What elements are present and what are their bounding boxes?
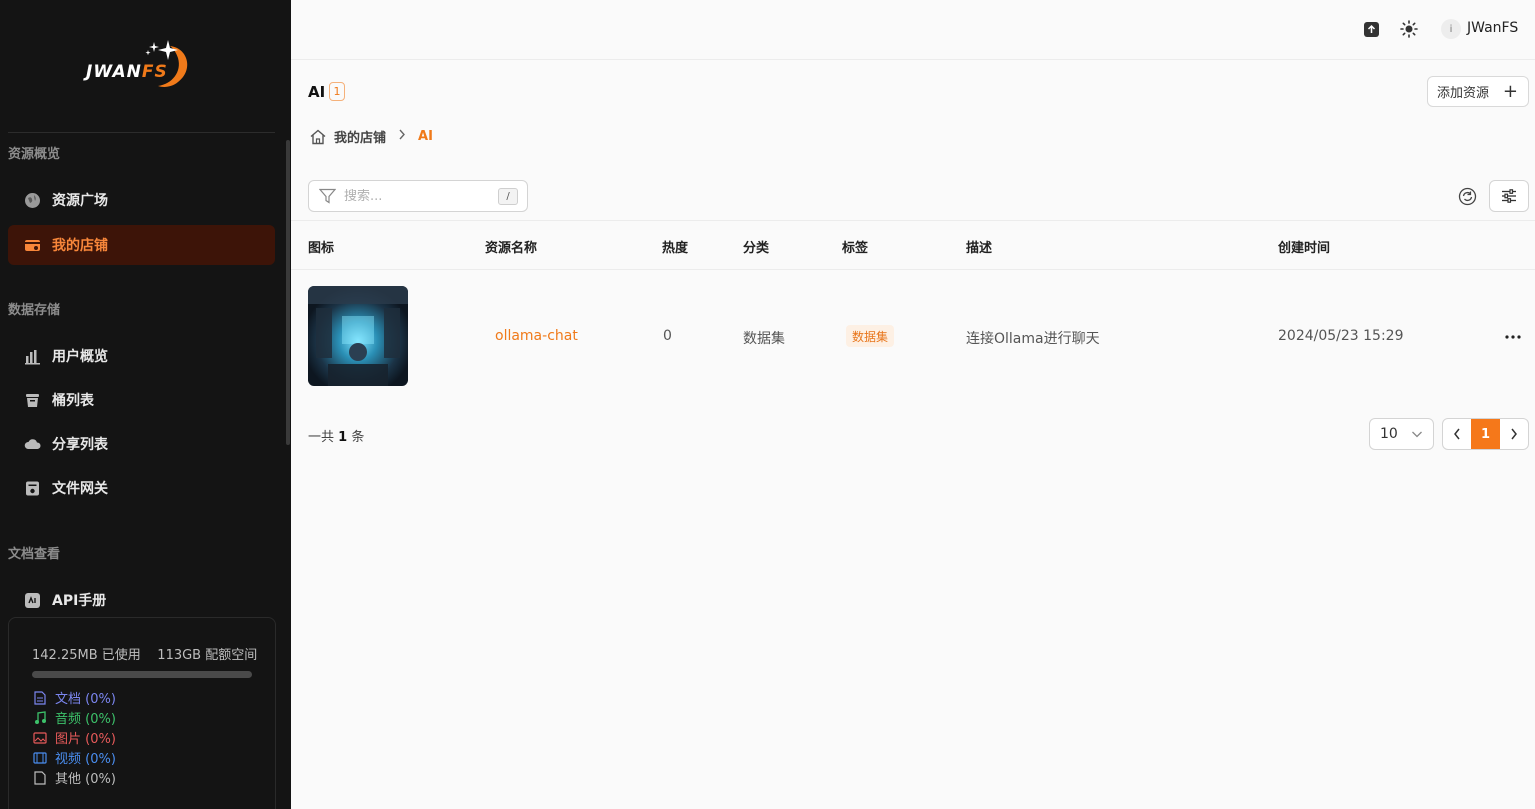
- breadcrumb-current: AI: [418, 129, 433, 144]
- storage-summary: 142.25MB 已使用 113GB 配额空间: [32, 648, 258, 663]
- filter-funnel-icon: [319, 188, 336, 204]
- sidebar-item-label: 文件网关: [52, 481, 108, 497]
- resource-name-link[interactable]: ollama-chat: [495, 328, 578, 344]
- sidebar-item-label: 我的店铺: [52, 238, 108, 254]
- document-icon: [33, 690, 47, 705]
- column-header-heat[interactable]: 热度: [662, 237, 688, 256]
- chevron-right-icon: [398, 129, 406, 144]
- sidebar-item-label: 桶列表: [52, 393, 94, 409]
- sidebar-item-label: 分享列表: [52, 437, 108, 453]
- sidebar-item-label: 用户概览: [52, 349, 108, 365]
- bucket-icon: [24, 392, 41, 409]
- sidebar-item-api-manual[interactable]: API手册: [8, 580, 275, 620]
- storage-type-other: 其他 (0%): [33, 768, 116, 787]
- globe-icon: [24, 192, 41, 209]
- page-size-value: 10: [1380, 426, 1398, 442]
- video-icon: [33, 751, 47, 765]
- search-shortcut-key: /: [498, 188, 518, 205]
- file-icon: [33, 770, 47, 785]
- sidebar-item-user-overview[interactable]: 用户概览: [8, 336, 275, 376]
- storage-type-images: 图片 (0%): [33, 728, 116, 747]
- resource-description: 连接Ollama进行聊天: [966, 331, 1100, 347]
- sidebar-item-share-list[interactable]: 分享列表: [8, 424, 275, 464]
- shop-icon: [24, 237, 41, 254]
- music-icon: [33, 710, 47, 725]
- column-header-description[interactable]: 描述: [966, 237, 992, 256]
- table-header: 图标 资源名称 热度 分类 标签 描述 创建时间: [291, 220, 1535, 270]
- storage-type-documents: 文档 (0%): [33, 688, 116, 707]
- page-title: AI: [308, 83, 326, 101]
- cloud-share-icon: [24, 436, 41, 453]
- resource-created-time: 2024/05/23 15:29: [1278, 328, 1404, 344]
- resource-tag: 数据集: [846, 325, 895, 347]
- storage-type-audio: 音频 (0%): [33, 708, 116, 727]
- column-header-category[interactable]: 分类: [743, 237, 769, 256]
- chevron-right-icon: [1511, 428, 1517, 440]
- storage-usage-panel: 142.25MB 已使用 113GB 配额空间 文档 (0%) 音频 (0%) …: [8, 617, 276, 809]
- section-title-docs: 文档查看: [8, 547, 61, 562]
- search-box[interactable]: /: [308, 180, 528, 212]
- sidebar-item-resource-square[interactable]: 资源广场: [8, 180, 275, 220]
- refresh-icon[interactable]: [1456, 185, 1478, 207]
- plus-icon: +: [1502, 81, 1518, 102]
- page-button-current[interactable]: 1: [1471, 419, 1500, 449]
- column-header-icon[interactable]: 图标: [308, 237, 334, 256]
- resource-thumbnail[interactable]: [308, 286, 408, 386]
- breadcrumb: 我的店铺 AI: [309, 127, 433, 146]
- page-size-select[interactable]: 10: [1369, 418, 1434, 450]
- sidebar-item-label: 资源广场: [52, 193, 108, 209]
- user-avatar[interactable]: i: [1441, 19, 1461, 39]
- add-resource-button[interactable]: 添加资源 +: [1427, 76, 1529, 107]
- search-input[interactable]: [344, 188, 484, 204]
- section-title-overview: 资源概览: [8, 147, 61, 162]
- sidebar: JWANFS 资源概览 资源广场 我的店铺 数据存储 用户概览 桶列表 分享列表: [0, 0, 291, 809]
- gateway-icon: [24, 480, 41, 497]
- table-row[interactable]: ollama-chat 0 数据集 数据集 连接Ollama进行聊天 2024/…: [291, 270, 1535, 402]
- top-bar: i JWanFS: [291, 0, 1535, 60]
- column-header-tags[interactable]: 标签: [842, 237, 868, 256]
- next-page-button[interactable]: [1500, 419, 1528, 449]
- column-header-name[interactable]: 资源名称: [485, 237, 537, 256]
- resource-count-badge: 1: [329, 82, 345, 101]
- section-title-storage: 数据存储: [8, 303, 61, 318]
- pagination: 1: [1442, 418, 1529, 450]
- storage-type-video: 视频 (0%): [33, 748, 116, 767]
- breadcrumb-home[interactable]: 我的店铺: [309, 127, 386, 146]
- upload-icon[interactable]: [1361, 19, 1381, 39]
- column-settings-button[interactable]: [1489, 180, 1529, 212]
- sidebar-scrollbar[interactable]: [286, 140, 290, 445]
- resource-heat: 0: [663, 328, 672, 344]
- sidebar-divider: [8, 132, 275, 133]
- total-count: 一共 1 条: [308, 430, 365, 445]
- column-header-created[interactable]: 创建时间: [1278, 237, 1330, 256]
- sidebar-item-my-shop[interactable]: 我的店铺: [8, 225, 275, 265]
- api-icon: [24, 592, 41, 609]
- more-actions-icon[interactable]: [1501, 328, 1525, 346]
- chevron-down-icon: [1411, 428, 1423, 444]
- image-icon: [33, 731, 47, 745]
- home-icon: [310, 129, 326, 144]
- username[interactable]: JWanFS: [1467, 20, 1518, 36]
- sidebar-item-file-gateway[interactable]: 文件网关: [8, 468, 275, 508]
- resource-category: 数据集: [743, 331, 785, 347]
- bar-chart-icon: [24, 348, 41, 365]
- add-resource-label: 添加资源: [1437, 86, 1490, 101]
- storage-progress-bar: [32, 671, 252, 678]
- sidebar-item-bucket-list[interactable]: 桶列表: [8, 380, 275, 420]
- prev-page-button[interactable]: [1443, 419, 1471, 449]
- sidebar-item-label: API手册: [52, 593, 107, 609]
- chevron-left-icon: [1454, 428, 1460, 440]
- app-logo[interactable]: JWANFS: [86, 36, 202, 94]
- logo-text: JWANFS: [86, 62, 168, 82]
- sliders-icon: [1502, 189, 1516, 203]
- theme-toggle-sun-icon[interactable]: [1399, 19, 1419, 39]
